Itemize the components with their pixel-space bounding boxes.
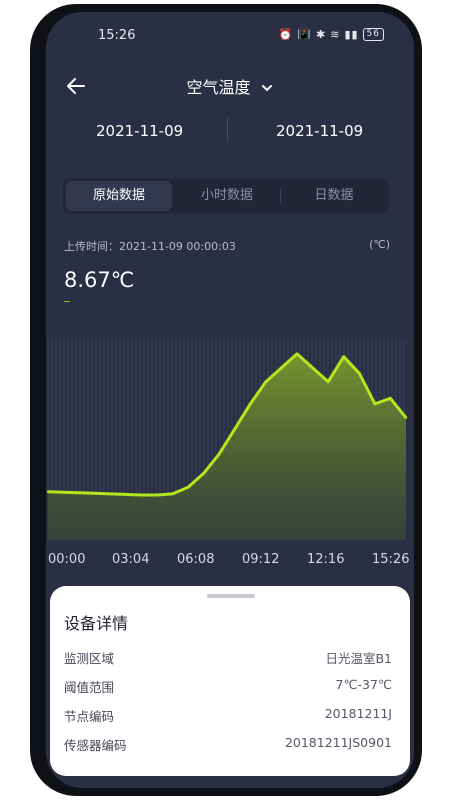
x-tick-label: 06:08 bbox=[177, 552, 215, 567]
battery-icon: 56 bbox=[362, 28, 384, 41]
data-point bbox=[249, 402, 252, 406]
detail-row-area: 监测区域 日光温室B1 bbox=[64, 648, 392, 668]
data-point bbox=[389, 397, 392, 400]
detail-row-sensor-code: 传感器编码 20181211JS0901 bbox=[64, 735, 392, 755]
status-icons: ⏰ 📳 ✱ ≋ ▮▮ 56 bbox=[279, 28, 384, 41]
x-tick-label: 03:04 bbox=[112, 552, 150, 567]
detail-label: 监测区域 bbox=[64, 651, 115, 666]
detail-row-node-code: 节点编码 20181211J bbox=[64, 706, 392, 726]
start-date[interactable]: 2021-11-09 bbox=[96, 122, 183, 140]
detail-label: 传感器编码 bbox=[64, 738, 127, 753]
current-value: 8.67℃ bbox=[64, 268, 135, 292]
data-point bbox=[77, 491, 81, 494]
x-tick-label: 09:12 bbox=[242, 552, 280, 567]
date-divider bbox=[227, 118, 228, 140]
data-point bbox=[218, 452, 221, 456]
device-details-sheet: 设备详情 监测区域 日光温室B1 阈值范围 7℃-37℃ 节点编码 201812… bbox=[50, 586, 410, 776]
x-tick-label: 15:26 bbox=[372, 552, 410, 567]
temperature-chart[interactable] bbox=[46, 340, 414, 550]
data-point bbox=[264, 380, 268, 383]
vibrate-icon: 📳 bbox=[297, 28, 312, 41]
tab-hourly-data[interactable]: 小时数据 bbox=[174, 181, 280, 211]
data-point bbox=[295, 352, 299, 356]
tab-raw-data[interactable]: 原始数据 bbox=[66, 181, 172, 211]
data-point bbox=[404, 416, 408, 419]
data-point bbox=[124, 493, 128, 496]
chart-area bbox=[48, 353, 406, 540]
status-time: 15:26 bbox=[98, 28, 136, 43]
data-point bbox=[326, 380, 330, 383]
data-point bbox=[171, 492, 174, 496]
app-header: 空气温度 bbox=[46, 68, 414, 108]
data-point bbox=[311, 366, 314, 369]
detail-label: 节点编码 bbox=[64, 709, 115, 724]
data-point bbox=[233, 427, 236, 431]
x-tick-label: 00:00 bbox=[48, 552, 86, 567]
detail-value: 20181211JS0901 bbox=[284, 735, 392, 750]
page-title: 空气温度 bbox=[186, 78, 251, 97]
data-point bbox=[46, 490, 50, 493]
chevron-down-icon bbox=[261, 85, 272, 92]
data-point bbox=[109, 492, 112, 496]
x-tick-label: 12:16 bbox=[307, 552, 345, 567]
detail-value: 日光温室B1 bbox=[325, 651, 392, 666]
status-bar: 15:26 ⏰ 📳 ✱ ≋ ▮▮ 56 bbox=[46, 12, 414, 56]
detail-label: 阈值范围 bbox=[64, 680, 115, 695]
detail-value: 20181211J bbox=[324, 706, 392, 721]
data-point bbox=[140, 493, 143, 497]
x-axis: 00:00 03:04 06:08 09:12 12:16 15:26 bbox=[46, 552, 414, 572]
end-date[interactable]: 2021-11-09 bbox=[276, 122, 363, 140]
detail-row-threshold: 阈值范围 7℃-37℃ bbox=[64, 677, 392, 697]
data-point bbox=[186, 486, 190, 489]
wifi-icon: ≋ bbox=[330, 28, 341, 41]
data-point bbox=[373, 402, 377, 406]
value-indicator bbox=[64, 301, 70, 302]
unit-label: (℃) bbox=[369, 238, 390, 251]
signal-icon: ▮▮ bbox=[344, 28, 359, 41]
sheet-handle[interactable] bbox=[207, 594, 255, 598]
data-point bbox=[358, 372, 361, 375]
alarm-icon: ⏰ bbox=[278, 28, 294, 41]
title-dropdown[interactable]: 空气温度 bbox=[46, 74, 414, 98]
data-point bbox=[155, 493, 159, 497]
app-screen: 15:26 ⏰ 📳 ✱ ≋ ▮▮ 56 空气温度 2021-11-09 2021… bbox=[46, 12, 414, 788]
data-type-tabs: 原始数据 小时数据 日数据 bbox=[63, 178, 389, 214]
data-point bbox=[280, 366, 283, 369]
device-details-title: 设备详情 bbox=[64, 614, 129, 633]
data-point bbox=[342, 355, 345, 358]
date-range: 2021-11-09 2021-11-09 bbox=[46, 118, 414, 148]
detail-value: 7℃-37℃ bbox=[335, 677, 392, 692]
upload-time: 上传时间：2021-11-09 00:00:03 bbox=[64, 240, 236, 253]
bluetooth-icon: ✱ bbox=[316, 28, 327, 41]
tab-daily-data[interactable]: 日数据 bbox=[281, 181, 387, 211]
data-point bbox=[93, 492, 96, 495]
data-point bbox=[202, 472, 205, 475]
data-point bbox=[62, 491, 65, 494]
